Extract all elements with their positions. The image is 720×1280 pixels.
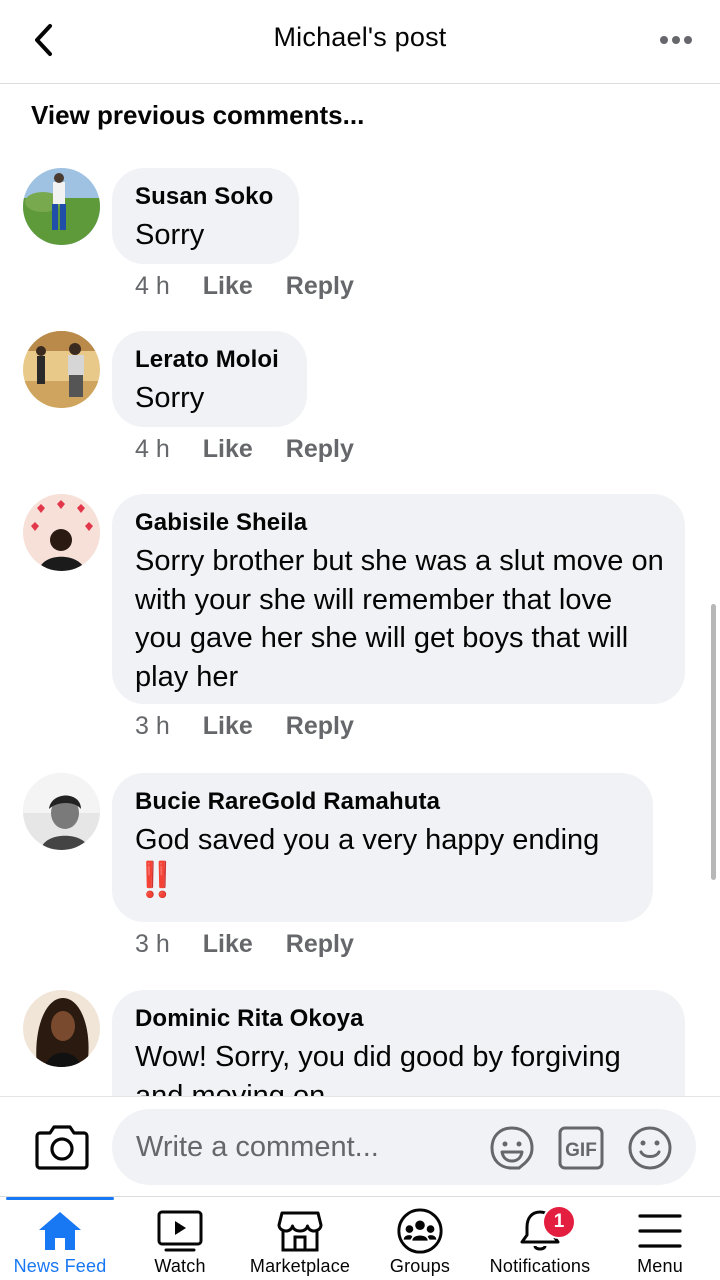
- comment-meta: 4 h Like Reply: [135, 435, 354, 464]
- tab-label: Notifications: [489, 1256, 591, 1276]
- tab-label: Watch: [154, 1256, 206, 1276]
- gif-icon: GIF: [558, 1126, 604, 1170]
- comment-author[interactable]: Dominic Rita Okoya: [135, 1004, 661, 1034]
- comment-author[interactable]: Susan Soko: [135, 182, 275, 212]
- like-button[interactable]: Like: [203, 435, 253, 464]
- comment-meta: 3 h Like Reply: [135, 930, 354, 959]
- tab-label: Marketplace: [249, 1256, 351, 1276]
- avatar[interactable]: [23, 331, 100, 408]
- comment-bubble[interactable]: Bucie RareGold Ramahuta God saved you a …: [112, 773, 653, 922]
- reply-button[interactable]: Reply: [286, 712, 354, 741]
- active-tab-indicator: [6, 1197, 114, 1200]
- tab-groups[interactable]: Groups: [360, 1197, 480, 1280]
- comment-bubble[interactable]: Lerato Moloi Sorry: [112, 331, 307, 427]
- tab-label: Menu: [637, 1256, 683, 1276]
- avatar-photo: [23, 494, 100, 571]
- sticker-icon: [490, 1126, 534, 1170]
- sticker-button[interactable]: [488, 1125, 536, 1171]
- camera-icon: [35, 1125, 89, 1170]
- tab-label: Groups: [389, 1256, 451, 1276]
- view-previous-comments-link[interactable]: View previous comments...: [31, 100, 364, 131]
- comment-meta: 4 h Like Reply: [135, 272, 354, 301]
- tab-label: News Feed: [13, 1256, 107, 1276]
- comments-feed[interactable]: View previous comments... Susan Soko Sor…: [0, 84, 720, 1096]
- comment-author[interactable]: Bucie RareGold Ramahuta: [135, 787, 629, 817]
- comment-text: Sorry: [135, 382, 205, 414]
- avatar-photo: [23, 773, 100, 850]
- reply-button[interactable]: Reply: [286, 272, 354, 301]
- comment-composer: GIF: [0, 1096, 720, 1196]
- avatar[interactable]: [23, 168, 100, 245]
- top-nav-bar: Michael's post: [0, 0, 720, 84]
- tab-news-feed[interactable]: News Feed: [0, 1197, 120, 1280]
- tab-watch[interactable]: Watch: [120, 1197, 240, 1280]
- comment-author[interactable]: Lerato Moloi: [135, 345, 283, 375]
- tab-notifications[interactable]: Notifications: [480, 1197, 600, 1280]
- scrollbar[interactable]: [711, 604, 716, 880]
- comment-bubble[interactable]: Dominic Rita Okoya Wow! Sorry, you did g…: [112, 990, 685, 1096]
- tab-marketplace[interactable]: Marketplace: [240, 1197, 360, 1280]
- watch-icon: [156, 1207, 204, 1255]
- bottom-tab-bar: News Feed Watch Marketplace Groups Notif…: [0, 1196, 720, 1280]
- comment-bubble[interactable]: Susan Soko Sorry: [112, 168, 299, 264]
- marketplace-icon: [276, 1207, 324, 1255]
- comment-meta: 3 h Like Reply: [135, 712, 354, 741]
- comment-timestamp[interactable]: 4 h: [135, 272, 170, 301]
- comment-text: Sorry brother but she was a slut move on…: [135, 545, 664, 693]
- camera-button[interactable]: [34, 1121, 90, 1171]
- avatar-photo: [23, 331, 100, 408]
- comment-author[interactable]: Gabisile Sheila: [135, 508, 661, 538]
- reply-button[interactable]: Reply: [286, 930, 354, 959]
- comment-timestamp[interactable]: 3 h: [135, 930, 170, 959]
- reply-button[interactable]: Reply: [286, 435, 354, 464]
- avatar[interactable]: [23, 773, 100, 850]
- menu-icon: [636, 1207, 684, 1255]
- page-title: Michael's post: [273, 22, 447, 52]
- comment-text: Sorry: [135, 219, 205, 251]
- groups-icon: [396, 1207, 444, 1255]
- smiley-icon: [628, 1126, 672, 1170]
- avatar[interactable]: [23, 990, 100, 1067]
- emoji-button[interactable]: [626, 1125, 674, 1171]
- more-options-button[interactable]: [654, 22, 698, 58]
- like-button[interactable]: Like: [203, 272, 253, 301]
- more-horizontal-icon: [660, 36, 692, 44]
- like-button[interactable]: Like: [203, 930, 253, 959]
- gif-button[interactable]: GIF: [557, 1125, 605, 1171]
- comment-bubble[interactable]: Gabisile Sheila Sorry brother but she wa…: [112, 494, 685, 704]
- comment-input[interactable]: [112, 1109, 696, 1185]
- svg-text:GIF: GIF: [565, 1140, 597, 1161]
- comment-text: God saved you a very happy ending: [135, 824, 600, 856]
- like-button[interactable]: Like: [203, 712, 253, 741]
- avatar-photo: [23, 990, 100, 1067]
- notification-badge: 1: [542, 1205, 576, 1239]
- home-icon: [36, 1207, 84, 1255]
- comment-timestamp[interactable]: 3 h: [135, 712, 170, 741]
- comment-text: Wow! Sorry, you did good by forgiving an…: [135, 1041, 621, 1096]
- tab-menu[interactable]: Menu: [600, 1197, 720, 1280]
- avatar-photo: [23, 168, 100, 245]
- avatar[interactable]: [23, 494, 100, 571]
- comment-timestamp[interactable]: 4 h: [135, 435, 170, 464]
- double-exclamation-emoji: ‼️: [135, 859, 177, 900]
